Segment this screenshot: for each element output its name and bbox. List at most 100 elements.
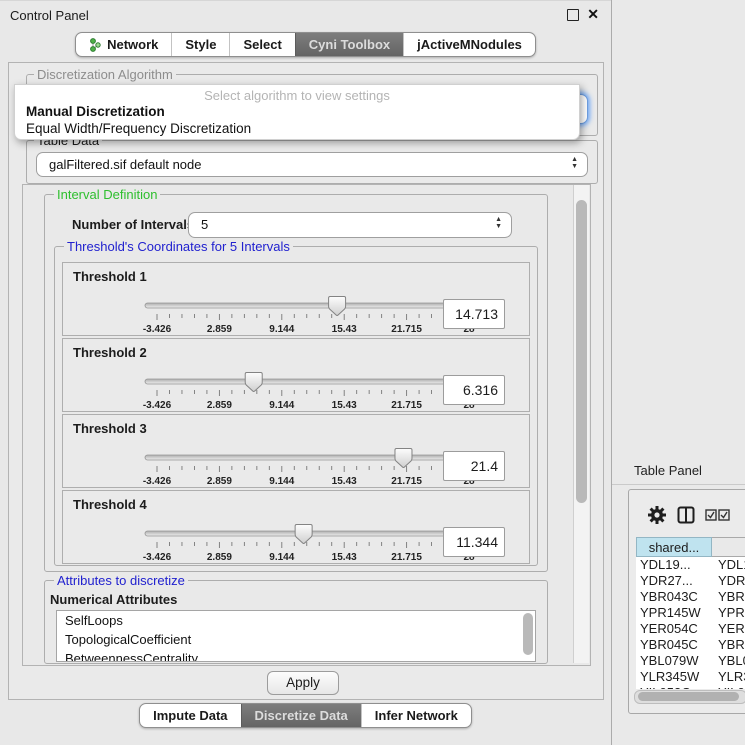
slider-tick-label: 9.144 xyxy=(269,476,294,487)
tab-label: Cyni Toolbox xyxy=(309,37,390,52)
table-row[interactable]: YBL079W YBL0 xyxy=(636,653,745,669)
control-panel-titlebar: Control Panel ✕ xyxy=(0,0,611,29)
tab-label: Style xyxy=(185,37,216,52)
threshold-value-input[interactable]: 11.344 xyxy=(443,527,505,557)
tab-cyni-toolbox[interactable]: Cyni Toolbox xyxy=(295,33,403,56)
tab-infer-network[interactable]: Infer Network xyxy=(361,704,471,727)
slider-tick-label: 15.43 xyxy=(332,324,357,335)
slider-thumb[interactable] xyxy=(329,297,346,316)
gear-icon[interactable] xyxy=(646,504,668,526)
horizontal-scrollbar-thumb[interactable] xyxy=(638,692,739,701)
number-of-intervals-combobox[interactable]: 5 ▲▼ xyxy=(188,212,512,238)
tab-label: Select xyxy=(243,37,281,52)
threshold-value-input[interactable]: 14.713 xyxy=(443,299,505,329)
tab-label: jActiveMNodules xyxy=(417,37,522,52)
slider-tick-label: 21.715 xyxy=(391,552,422,563)
threshold-value-input[interactable]: 21.4 xyxy=(443,451,505,481)
cell-shared-name: YBR043C xyxy=(640,589,698,605)
slider-track[interactable] xyxy=(145,379,481,384)
attributes-group-label: Attributes to discretize xyxy=(54,573,188,588)
threshold-slider[interactable]: -3.4262.8599.14415.4321.71528 xyxy=(141,371,485,415)
cell-shared-name: YDL19... xyxy=(640,557,691,573)
divider xyxy=(612,484,745,485)
threshold-box-2: Threshold 2-3.4262.8599.14415.4321.71528… xyxy=(62,338,530,412)
slider-track[interactable] xyxy=(145,455,481,460)
threshold-slider[interactable]: -3.4262.8599.14415.4321.71528 xyxy=(141,523,485,567)
slider-tick-label: -3.426 xyxy=(143,552,172,563)
slider-tick-label: 2.859 xyxy=(207,476,232,487)
popup-placeholder: Select algorithm to view settings xyxy=(15,88,579,103)
cell-shared-name: YBL079W xyxy=(640,653,699,669)
slider-thumb[interactable] xyxy=(245,373,262,392)
slider-tick-label: 15.43 xyxy=(332,476,357,487)
table-row[interactable]: YBR043CYBR0 xyxy=(636,589,745,605)
panel-title: Control Panel xyxy=(10,8,89,23)
cell-shared-name: YER054C xyxy=(640,621,698,637)
list-scrollbar-thumb[interactable] xyxy=(523,613,533,655)
slider-tick-label: 21.715 xyxy=(391,400,422,411)
cell-name: YDL1 xyxy=(718,557,745,573)
slider-tick-label: -3.426 xyxy=(143,476,172,487)
tab-impute-data[interactable]: Impute Data xyxy=(140,704,240,727)
tab-label: Discretize Data xyxy=(255,708,348,723)
checkbox-icons[interactable] xyxy=(705,509,731,521)
slider-tick-label: 2.859 xyxy=(207,400,232,411)
attribute-item-betweennesscentrality[interactable]: BetweennessCentrality xyxy=(57,649,535,662)
combo-stepper-icon: ▲▼ xyxy=(571,156,578,170)
column-header-shared-name[interactable]: shared... xyxy=(636,537,712,557)
tab-jactivemnodules[interactable]: jActiveMNodules xyxy=(403,33,535,56)
table-data-combobox[interactable]: galFiltered.sif default node ▲▼ xyxy=(36,152,588,177)
table-panel-title: Table Panel xyxy=(634,463,702,478)
cell-name: YBL0 xyxy=(718,653,745,669)
attribute-item-topologicalcoefficient[interactable]: TopologicalCoefficient xyxy=(57,630,535,649)
columns-icon[interactable] xyxy=(677,506,695,524)
table-row[interactable]: YPR145WYPR1 xyxy=(636,605,745,621)
tab-network[interactable]: Network xyxy=(76,33,171,56)
table-row[interactable]: YBR045CYBR0 xyxy=(636,637,745,653)
table-rows[interactable]: YDL19...YDL1YDR27...YDR2YBR043CYBR0YPR14… xyxy=(636,557,745,689)
slider-track[interactable] xyxy=(145,303,481,308)
slider-thumb[interactable] xyxy=(395,449,412,468)
slider-tick-label: 9.144 xyxy=(269,552,294,563)
threshold-box-4: Threshold 4-3.4262.8599.14415.4321.71528… xyxy=(62,490,530,564)
table-row[interactable]: YDR27...YDR2 xyxy=(636,573,745,589)
cell-shared-name: YLR345W xyxy=(640,669,699,685)
close-icon[interactable]: ✕ xyxy=(587,6,599,23)
slider-tick-label: 9.144 xyxy=(269,324,294,335)
table-row[interactable]: YLR345WYLR3 xyxy=(636,669,745,685)
vertical-scrollbar-thumb[interactable] xyxy=(576,200,587,503)
table-row[interactable]: YIL053CYIL0 xyxy=(636,685,745,689)
cell-shared-name: YDR27... xyxy=(640,573,693,589)
slider-track[interactable] xyxy=(145,531,481,536)
slider-thumb[interactable] xyxy=(295,525,312,544)
slider-tick-label: 15.43 xyxy=(332,400,357,411)
tab-discretize-data[interactable]: Discretize Data xyxy=(241,704,361,727)
slider-tick-label: 21.715 xyxy=(391,476,422,487)
table-row[interactable]: YER054C YER0 xyxy=(636,621,745,637)
popup-option-equal-width-frequency[interactable]: Equal Width/Frequency Discretization xyxy=(26,121,251,136)
cell-name: YER0 xyxy=(718,621,745,637)
number-of-intervals-label: Number of Intervals xyxy=(72,217,194,232)
numerical-attributes-list[interactable]: SelfLoopsTopologicalCoefficientBetweenne… xyxy=(56,610,536,662)
threshold-value-input[interactable]: 6.316 xyxy=(443,375,505,405)
tab-style[interactable]: Style xyxy=(171,33,229,56)
top-tab-bar: Network Style Select Cyni Toolbox jActiveMNo… xyxy=(0,32,611,57)
slider-tick-label: 2.859 xyxy=(207,552,232,563)
cell-name: YBR0 xyxy=(718,637,745,653)
attribute-item-selfloops[interactable]: SelfLoops xyxy=(57,611,535,630)
cell-name: YIL0 xyxy=(718,685,745,689)
table-row[interactable]: YDL19... YDL1 xyxy=(636,557,745,573)
threshold-slider[interactable]: -3.4262.8599.14415.4321.71528 xyxy=(141,295,485,339)
threshold-slider[interactable]: -3.4262.8599.14415.4321.71528 xyxy=(141,447,485,491)
slider-tick-label: -3.426 xyxy=(143,324,172,335)
popup-option-manual-discretization[interactable]: Manual Discretization xyxy=(26,104,165,119)
float-window-icon[interactable] xyxy=(567,9,579,21)
threshold-box-3: Threshold 3-3.4262.8599.14415.4321.71528… xyxy=(62,414,530,488)
threshold-label: Threshold 3 xyxy=(73,421,147,436)
tab-label: Infer Network xyxy=(375,708,458,723)
discretization-algorithm-label: Discretization Algorithm xyxy=(34,67,176,82)
apply-button[interactable]: Apply xyxy=(267,671,339,695)
tab-select[interactable]: Select xyxy=(229,33,294,56)
column-header-name[interactable]: na xyxy=(712,537,745,557)
numerical-attributes-label: Numerical Attributes xyxy=(50,592,177,607)
